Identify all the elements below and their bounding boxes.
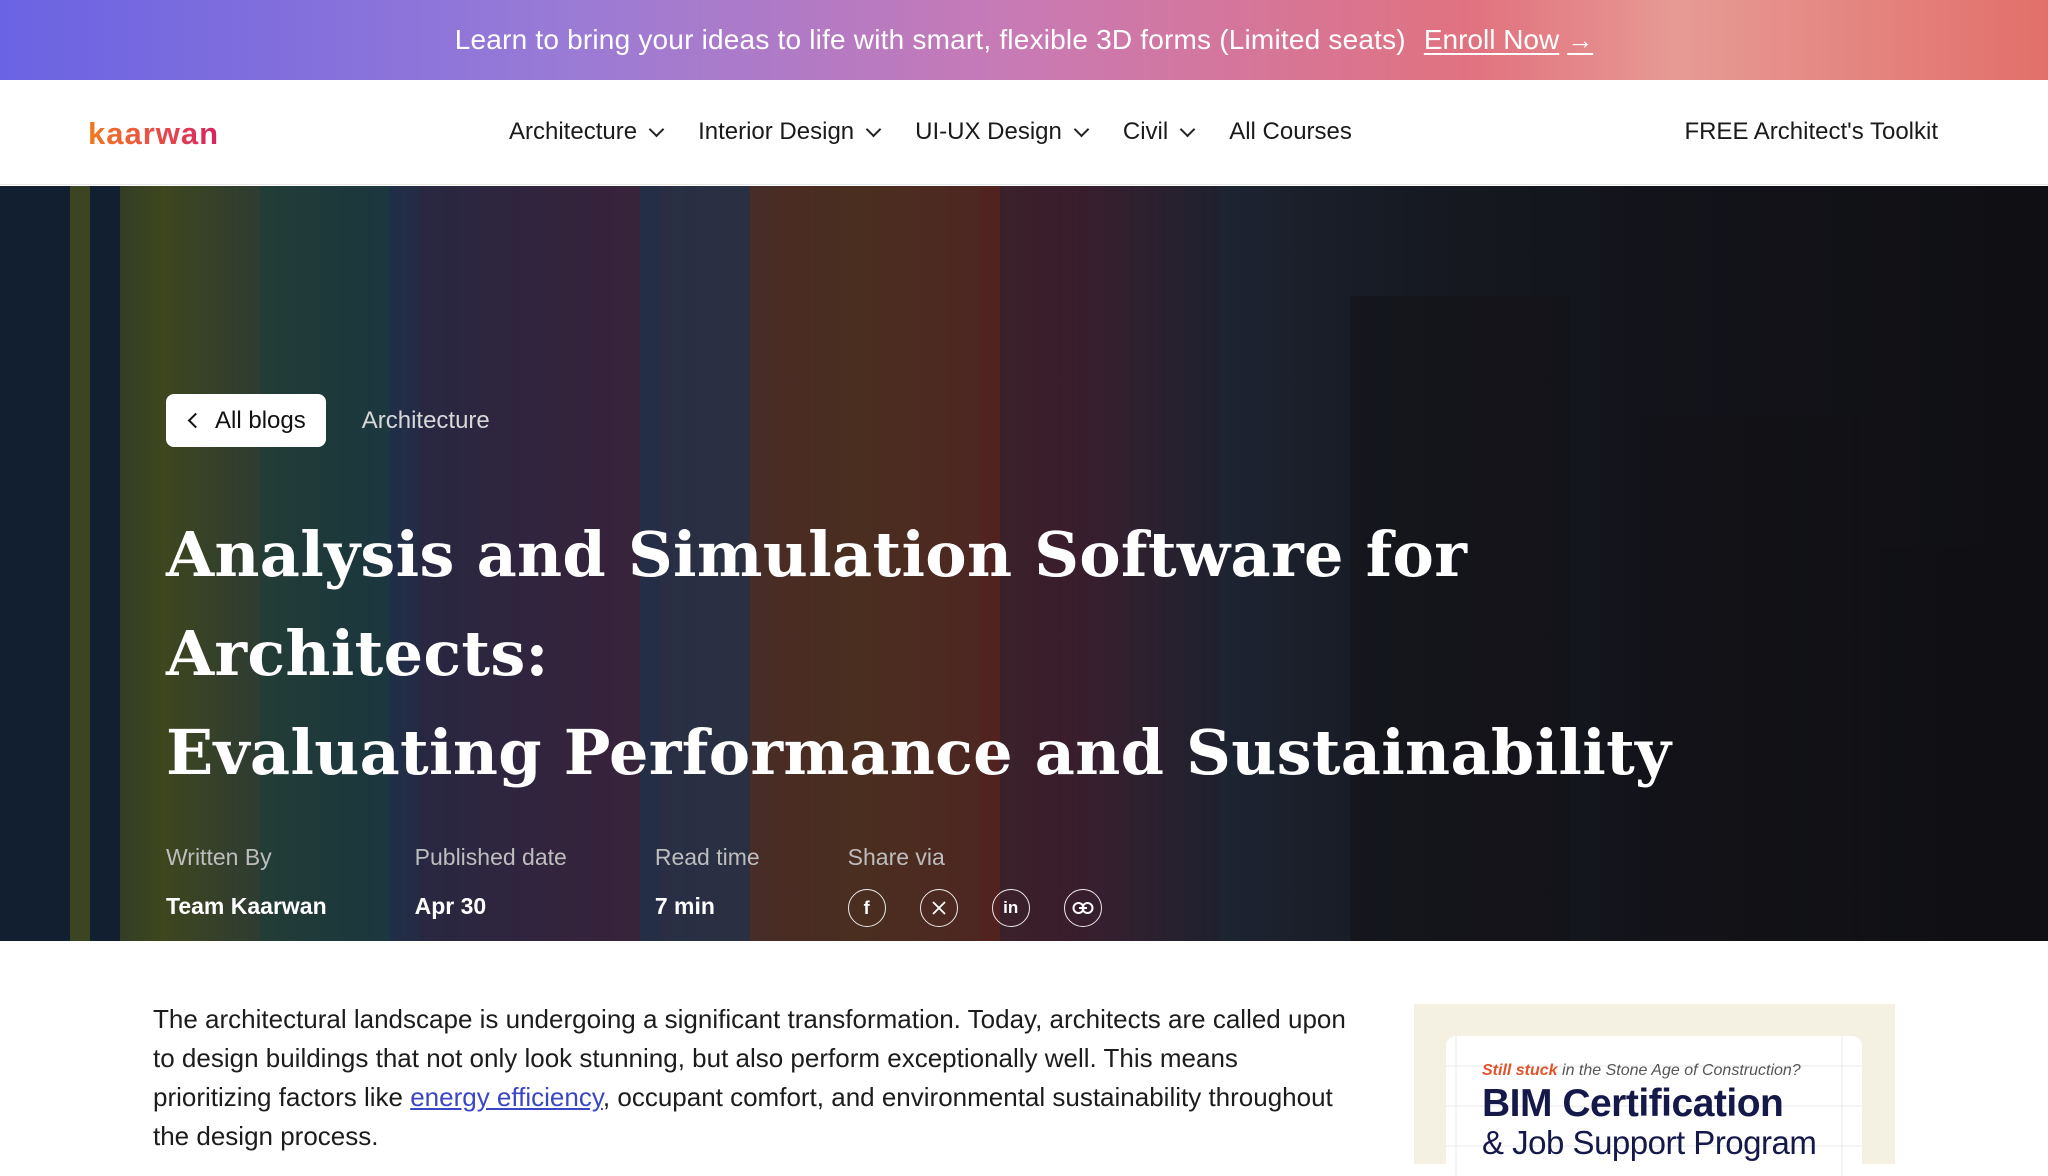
kaarwan-logo[interactable]: kaarwan xyxy=(88,116,219,152)
chevron-down-icon xyxy=(1073,121,1090,137)
ad-kicker: Still stuck in the Stone Age of Construc… xyxy=(1482,1062,1801,1080)
meta-author: Written By Team Kaarwan xyxy=(166,844,327,927)
facebook-icon[interactable]: f xyxy=(847,889,886,927)
promo-text: Learn to bring your ideas to life with s… xyxy=(454,24,1406,55)
promo-banner: Learn to bring your ideas to life with s… xyxy=(0,0,2048,80)
article-title: Analysis and Simulation Software for Arc… xyxy=(166,505,1866,802)
article-meta: Written By Team Kaarwan Published date A… xyxy=(166,844,1866,927)
all-blogs-button[interactable]: All blogs xyxy=(166,394,326,447)
author-name: Team Kaarwan xyxy=(166,893,327,919)
ad-title: BIM Certification xyxy=(1482,1082,1784,1125)
linkedin-icon[interactable]: in xyxy=(991,889,1030,927)
free-toolkit-link[interactable]: FREE Architect's Toolkit xyxy=(1684,118,1938,146)
meta-label: Published date xyxy=(414,844,567,870)
hero-content: All blogs Architecture Analysis and Simu… xyxy=(166,394,1866,927)
chevron-down-icon xyxy=(1179,121,1196,137)
all-blogs-label: All blogs xyxy=(215,406,306,434)
nav-item-all-courses[interactable]: All Courses xyxy=(1229,118,1352,146)
hero-banner: All blogs Architecture Analysis and Simu… xyxy=(0,186,2048,941)
link-icon[interactable] xyxy=(1063,889,1102,927)
energy-efficiency-link[interactable]: energy efficiency xyxy=(410,1082,603,1112)
nav-item-label: Architecture xyxy=(509,118,638,145)
top-nav: kaarwan Architecture Interior Design UI-… xyxy=(0,80,2048,185)
meta-read-time: Read time 7 min xyxy=(655,844,760,927)
published-date: Apr 30 xyxy=(414,893,487,919)
article-body: The architectural landscape is undergoin… xyxy=(153,1000,1363,1156)
meta-label: Share via xyxy=(847,844,945,870)
chevron-left-icon xyxy=(187,412,204,429)
nav-item-interior-design[interactable]: Interior Design xyxy=(698,118,882,146)
nav-item-label: Interior Design xyxy=(698,118,855,145)
arrow-right-icon: → xyxy=(1567,24,1594,55)
chevron-down-icon xyxy=(648,121,665,137)
ad-subtitle: & Job Support Program xyxy=(1482,1124,1817,1161)
category-link[interactable]: Architecture xyxy=(362,407,490,435)
title-line-1: Analysis and Simulation Software for Arc… xyxy=(166,518,1468,690)
enroll-now-link[interactable]: Enroll Now → xyxy=(1424,24,1593,56)
meta-published: Published date Apr 30 xyxy=(415,844,567,927)
sidebar-ad[interactable]: Still stuck in the Stone Age of Construc… xyxy=(1414,1004,1895,1176)
breadcrumb: All blogs Architecture xyxy=(166,394,1866,447)
nav-item-label: UI-UX Design xyxy=(915,118,1062,145)
meta-label: Read time xyxy=(654,844,760,870)
meta-share: Share via f in xyxy=(847,844,1102,927)
read-time: 7 min xyxy=(654,893,715,919)
ad-kicker-bold: Still stuck xyxy=(1482,1062,1558,1079)
x-twitter-icon[interactable] xyxy=(919,889,958,927)
share-buttons: f in xyxy=(847,889,1102,927)
article-paragraph: The architectural landscape is undergoin… xyxy=(153,1000,1363,1156)
title-line-2: Evaluating Performance and Sustainabilit… xyxy=(166,716,1672,789)
chevron-down-icon xyxy=(865,121,882,137)
nav-item-label: All Courses xyxy=(1229,118,1352,145)
meta-label: Written By xyxy=(166,844,272,870)
nav-item-civil[interactable]: Civil xyxy=(1122,118,1196,146)
nav-item-architecture[interactable]: Architecture xyxy=(509,118,665,146)
main-menu: Architecture Interior Design UI-UX Desig… xyxy=(509,118,1388,146)
ad-card[interactable]: Still stuck in the Stone Age of Construc… xyxy=(1446,1036,1862,1176)
nav-item-label: Civil xyxy=(1122,118,1169,145)
enroll-now-label: Enroll Now xyxy=(1423,24,1560,55)
ad-kicker-rest: in the Stone Age of Construction? xyxy=(1557,1062,1801,1079)
nav-item-ui-ux-design[interactable]: UI-UX Design xyxy=(915,118,1090,146)
